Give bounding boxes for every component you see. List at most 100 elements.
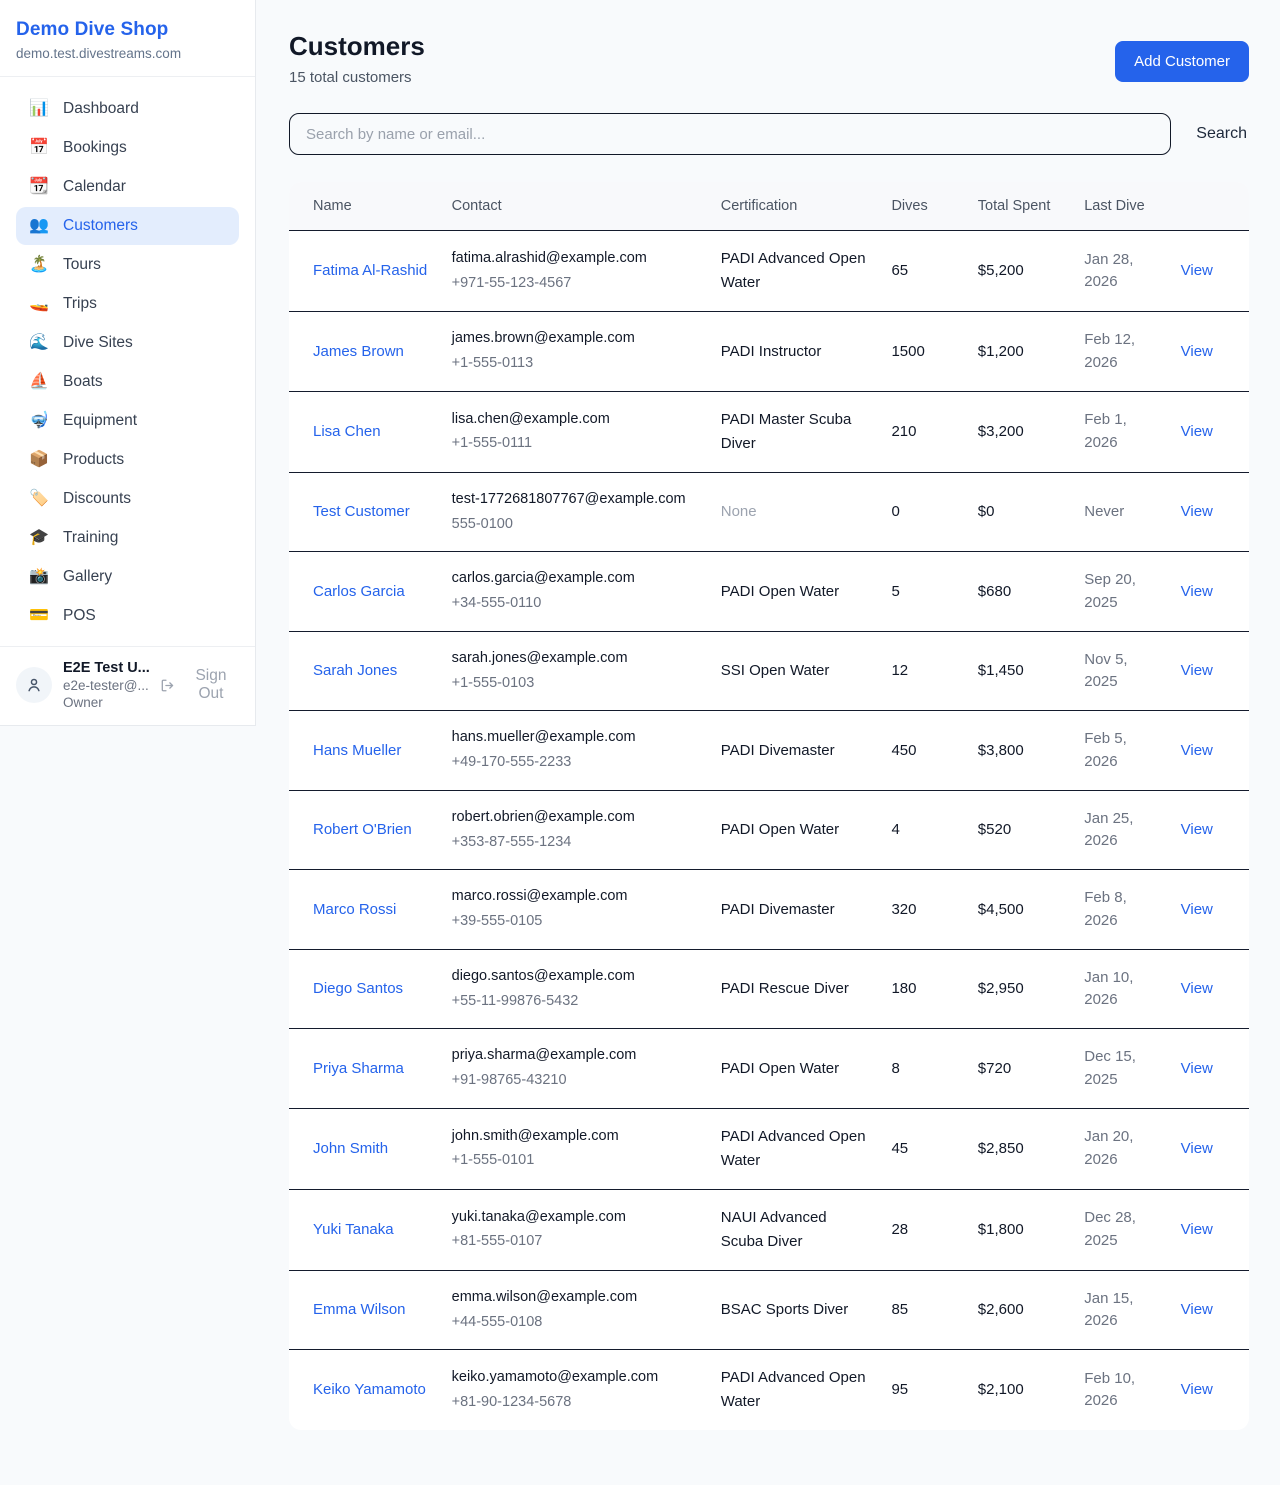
sidebar-item-label: Bookings (63, 139, 127, 157)
customer-contact-cell: hans.mueller@example.com+49-170-555-2233 (440, 711, 709, 791)
sidebar-item-pos[interactable]: 💳POS (16, 597, 239, 635)
customer-name-link[interactable]: John Smith (313, 1140, 388, 1157)
view-customer-link[interactable]: View (1181, 1060, 1213, 1077)
customer-name-link[interactable]: James Brown (313, 343, 404, 360)
column-header-last-dive: Last Dive (1072, 182, 1168, 231)
sidebar-item-equipment[interactable]: 🤿 Equipment (16, 402, 239, 440)
search-row: Search (289, 113, 1249, 155)
view-customer-link[interactable]: View (1181, 262, 1213, 279)
customer-name-link[interactable]: Marco Rossi (313, 901, 396, 918)
sidebar-item-customers[interactable]: 👥Customers (16, 207, 239, 245)
view-customer-link[interactable]: View (1181, 1221, 1213, 1238)
customer-name-link[interactable]: Robert O'Brien (313, 821, 412, 838)
customer-dives: 12 (879, 631, 965, 711)
customer-name-link[interactable]: Keiko Yamamoto (313, 1381, 426, 1398)
sidebar-item-label: Calendar (63, 178, 126, 196)
customer-certification: PADI Master Scuba Diver (709, 391, 880, 472)
sidebar-item-boats[interactable]: ⛵Boats (16, 363, 239, 401)
customer-name-link[interactable]: Test Customer (313, 503, 410, 520)
view-customer-link[interactable]: View (1181, 901, 1213, 918)
customer-last-dive: Jan 10, 2026 (1072, 949, 1168, 1029)
sidebar-item-gallery[interactable]: 📸Gallery (16, 558, 239, 596)
search-input[interactable] (289, 113, 1171, 155)
search-button[interactable]: Search (1194, 119, 1249, 149)
customer-email: yuki.tanaka@example.com (452, 1207, 697, 1229)
customer-name-link[interactable]: Emma Wilson (313, 1301, 406, 1318)
column-header-contact: Contact (440, 182, 709, 231)
customer-contact-cell: yuki.tanaka@example.com+81-555-0107 (440, 1189, 709, 1270)
customer-total-spent: $2,850 (966, 1108, 1072, 1189)
sidebar-item-label: Equipment (63, 412, 137, 430)
user-section: E2E Test U... e2e-tester@... Owner Sign … (0, 646, 255, 725)
customer-name-link[interactable]: Priya Sharma (313, 1060, 404, 1077)
sidebar-item-label: Gallery (63, 568, 112, 586)
view-customer-link[interactable]: View (1181, 583, 1213, 600)
sidebar-item-dive-sites[interactable]: 🌊Dive Sites (16, 324, 239, 362)
sidebar-item-training[interactable]: 🎓Training (16, 519, 239, 557)
view-customer-link[interactable]: View (1181, 1301, 1213, 1318)
view-customer-link[interactable]: View (1181, 821, 1213, 838)
sidebar-item-calendar[interactable]: 📆Calendar (16, 168, 239, 206)
sidebar-item-products[interactable]: 📦Products (16, 441, 239, 479)
customer-view-cell: View (1169, 870, 1249, 950)
table-row: Carlos Garciacarlos.garcia@example.com+3… (289, 552, 1249, 632)
customer-certification: BSAC Sports Diver (709, 1270, 880, 1350)
customer-contact-cell: keiko.yamamoto@example.com+81-90-1234-56… (440, 1350, 709, 1431)
credit-card-icon: 💳 (28, 608, 50, 624)
view-customer-link[interactable]: View (1181, 503, 1213, 520)
customer-name-link[interactable]: Hans Mueller (313, 742, 401, 759)
customer-total-spent: $680 (966, 552, 1072, 632)
table-row: John Smithjohn.smith@example.com+1-555-0… (289, 1108, 1249, 1189)
view-customer-link[interactable]: View (1181, 1140, 1213, 1157)
sign-out-label: Sign Out (183, 667, 239, 703)
table-row: Yuki Tanaka yuki.tanaka@example.com+81-55… (289, 1189, 1249, 1270)
sidebar-item-bookings[interactable]: 📅Bookings (16, 129, 239, 167)
customer-phone: +81-555-0107 (452, 1231, 697, 1253)
customer-dives: 0 (879, 472, 965, 552)
sidebar-item-discounts[interactable]: 🏷️Discounts (16, 480, 239, 518)
bar-chart-icon: 📊 (28, 101, 50, 117)
island-icon: 🏝️ (28, 257, 50, 273)
view-customer-link[interactable]: View (1181, 423, 1213, 440)
column-header-actions (1169, 182, 1249, 231)
table-row: Diego Santosdiego.santos@example.com+55-… (289, 949, 1249, 1029)
sidebar-item-label: Dashboard (63, 100, 139, 118)
view-customer-link[interactable]: View (1181, 980, 1213, 997)
customer-name-cell: Fatima Al-Rashid (289, 231, 440, 312)
customer-dives: 450 (879, 711, 965, 791)
add-customer-button[interactable]: Add Customer (1115, 41, 1249, 82)
wave-icon: 🌊 (28, 335, 50, 351)
sign-out-button[interactable]: Sign Out (160, 667, 239, 703)
customer-name-link[interactable]: Fatima Al-Rashid (313, 262, 427, 279)
view-customer-link[interactable]: View (1181, 742, 1213, 759)
column-header-certification: Certification (709, 182, 880, 231)
sidebar-item-label: Trips (63, 295, 97, 313)
page-header-text: Customers 15 total customers (289, 31, 425, 86)
customer-phone: 555-0100 (452, 514, 697, 536)
sidebar-item-trips[interactable]: 🚤Trips (16, 285, 239, 323)
customer-view-cell: View (1169, 552, 1249, 632)
customer-total-spent: $1,450 (966, 631, 1072, 711)
sidebar-item-label: Boats (63, 373, 103, 391)
customer-name-link[interactable]: Diego Santos (313, 980, 403, 997)
customer-contact-cell: test-1772681807767@example.com555-0100 (440, 472, 709, 552)
table-row: Lisa Chenlisa.chen@example.com+1-555-011… (289, 391, 1249, 472)
view-customer-link[interactable]: View (1181, 662, 1213, 679)
customer-name-link[interactable]: Yuki Tanaka (313, 1221, 394, 1238)
customer-name-link[interactable]: Lisa Chen (313, 423, 381, 440)
customer-name-link[interactable]: Carlos Garcia (313, 583, 405, 600)
customer-email: robert.obrien@example.com (452, 807, 697, 829)
customer-name-link[interactable]: Sarah Jones (313, 662, 397, 679)
view-customer-link[interactable]: View (1181, 343, 1213, 360)
diving-mask-icon: 🤿 (28, 413, 50, 429)
sidebar-item-tours[interactable]: 🏝️Tours (16, 246, 239, 284)
view-customer-link[interactable]: View (1181, 1381, 1213, 1398)
customer-email: john.smith@example.com (452, 1126, 697, 1148)
sidebar-item-dashboard[interactable]: 📊 Dashboard (16, 90, 239, 128)
customer-total-spent: $2,600 (966, 1270, 1072, 1350)
customer-certification: PADI Divemaster (709, 870, 880, 950)
customer-last-dive: Jan 28, 2026 (1072, 231, 1168, 312)
customer-name-cell: John Smith (289, 1108, 440, 1189)
customer-certification: SSI Open Water (709, 631, 880, 711)
customer-certification: PADI Open Water (709, 552, 880, 632)
